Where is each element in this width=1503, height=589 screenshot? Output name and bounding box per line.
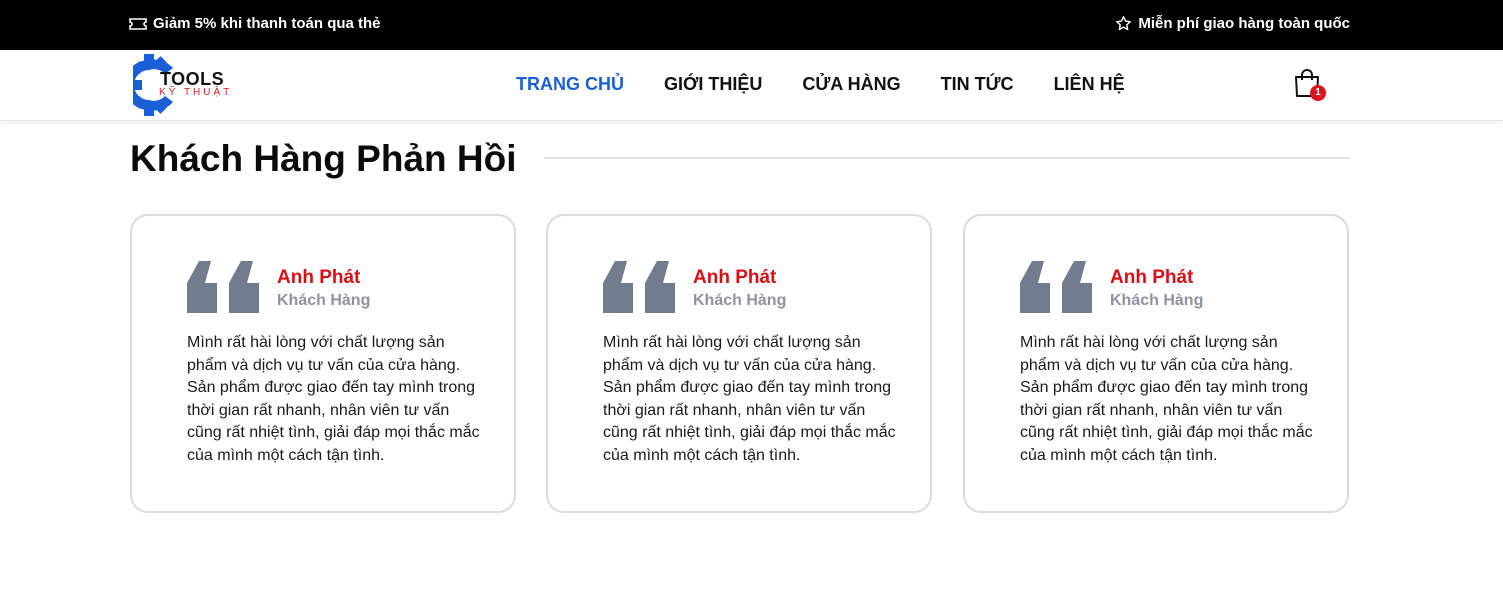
testimonials-header: Khách Hàng Phản Hồi xyxy=(130,134,1350,184)
testimonial-text: Mình rất hài lòng với chất lượng sản phẩ… xyxy=(603,334,896,464)
nav-item-contact[interactable]: LIÊN HỆ xyxy=(1054,74,1125,95)
quote-icon xyxy=(187,261,259,313)
ticket-icon xyxy=(129,17,147,30)
customer-role: Khách Hàng xyxy=(1110,292,1204,309)
promo-right-text: Miễn phí giao hàng toàn quốc xyxy=(1138,15,1350,32)
nav-item-news[interactable]: TIN TỨC xyxy=(941,74,1014,95)
testimonial-card: Anh Phát Khách Hàng Mình rất hài lòng vớ… xyxy=(546,214,932,513)
customer-role: Khách Hàng xyxy=(693,292,787,309)
section-title: Khách Hàng Phản Hồi xyxy=(130,138,517,179)
testimonial-text: Mình rất hài lòng với chất lượng sản phẩ… xyxy=(1020,334,1313,464)
main-nav: TRANG CHỦ GIỚI THIỆU CỬA HÀNG TIN TỨC LI… xyxy=(516,74,1165,95)
title-divider xyxy=(544,157,1350,159)
cart-count-badge: 1 xyxy=(1310,85,1326,101)
promo-free-shipping: Miễn phí giao hàng toàn quốc xyxy=(1115,15,1350,32)
customer-name: Anh Phát xyxy=(277,267,361,288)
quote-icon xyxy=(1020,261,1092,313)
logo-subtitle: KỸ THUẬT xyxy=(159,87,233,98)
quote-icon xyxy=(603,261,675,313)
testimonial-card: Anh Phát Khách Hàng Mình rất hài lòng vớ… xyxy=(130,214,516,513)
cart-button[interactable]: 1 xyxy=(1293,68,1329,102)
nav-item-home[interactable]: TRANG CHỦ xyxy=(516,74,624,95)
testimonial-card: Anh Phát Khách Hàng Mình rất hài lòng vớ… xyxy=(963,214,1349,513)
star-icon xyxy=(1116,16,1132,31)
promo-left-text: Giảm 5% khi thanh toán qua thẻ xyxy=(153,15,381,32)
customer-name: Anh Phát xyxy=(693,267,777,288)
promo-bar: Giảm 5% khi thanh toán qua thẻ Miễn phí … xyxy=(0,0,1503,50)
nav-item-about[interactable]: GIỚI THIỆU xyxy=(664,74,762,95)
customer-name: Anh Phát xyxy=(1110,267,1194,288)
nav-item-shop[interactable]: CỬA HÀNG xyxy=(802,74,900,95)
promo-card-discount: Giảm 5% khi thanh toán qua thẻ xyxy=(129,15,381,32)
customer-role: Khách Hàng xyxy=(277,292,371,309)
site-header: TOOLS KỸ THUẬT TRANG CHỦ GIỚI THIỆU CỬA … xyxy=(0,50,1503,121)
testimonial-text: Mình rất hài lòng với chất lượng sản phẩ… xyxy=(187,334,480,464)
site-logo[interactable]: TOOLS KỸ THUẬT xyxy=(133,54,243,118)
